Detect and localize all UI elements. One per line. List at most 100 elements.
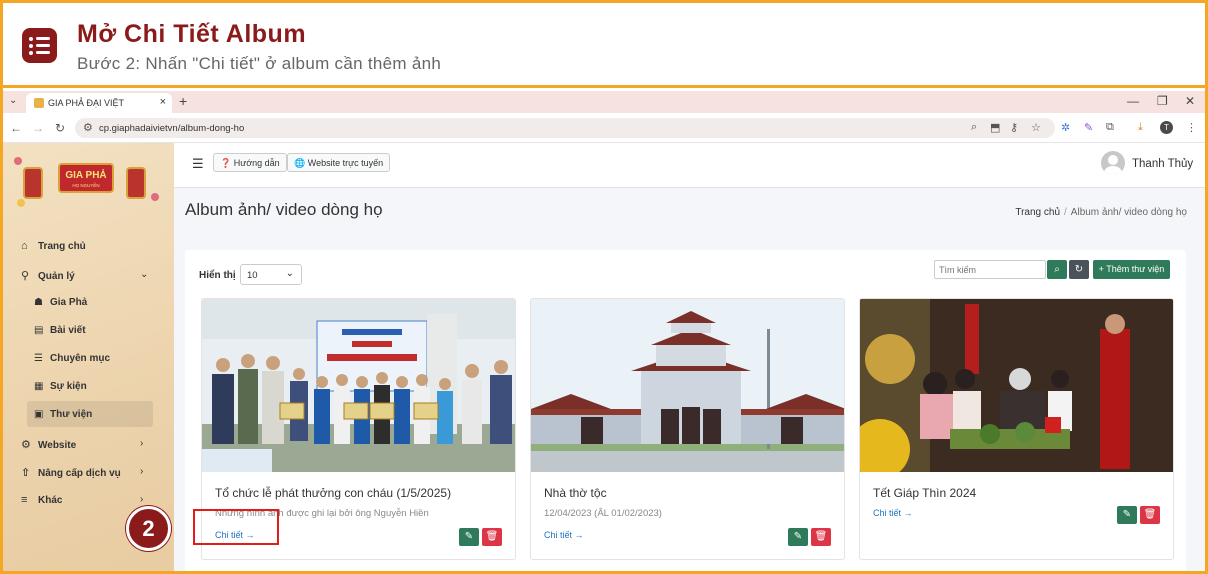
album-detail-link[interactable]: Chi tiết → [873,508,913,518]
tutorial-frame: Mở Chi Tiết Album Bước 2: Nhấn "Chi tiết… [3,3,1205,571]
question-icon: ❓ [220,158,232,168]
website-online-button[interactable]: 🌐 Website trực tuyến [287,153,391,172]
new-tab-icon[interactable]: + [179,93,187,109]
browser-tab[interactable]: GIA PHẢ ĐẠI VIỆT × [26,93,172,113]
edit-button[interactable]: ✎ [459,528,479,546]
calendar-icon: ▦ [34,381,44,392]
maximize-icon[interactable]: ❐ [1157,94,1168,108]
browser-addressbar: ← → ↻ ⚙ cp.giaphadaivietvn/album-dong-ho… [3,113,1205,143]
pen-extension-icon[interactable]: ✎ [1084,121,1093,134]
bars-icon: ≡ [21,494,28,506]
gear-icon: ⚙ [21,439,31,451]
refresh-icon: ↻ [1074,264,1084,275]
logo-subtext: HỌ NGUYỄN [72,183,100,188]
album-cover-image[interactable] [860,299,1173,472]
sidebar-subitem-posts[interactable]: ▤ Bài viết [34,325,86,336]
step-number-badge: 2 [126,506,171,551]
sidebar-subitem-family-tree[interactable]: ☗ Gia Phả [34,297,87,308]
zoom-icon[interactable]: ⌕ [971,121,977,134]
sidebar-subitem-events[interactable]: ▦ Sự kiện [34,381,87,392]
album-title: Nhà thờ tộc [544,486,607,500]
tab-title: GIA PHẢ ĐẠI VIỆT [48,98,125,108]
chevron-right-icon[interactable]: › [140,466,143,477]
chevron-right-icon[interactable]: › [140,494,143,505]
sidebar-subitem-categories[interactable]: ☰ Chuyên mục [34,353,110,364]
chevron-right-icon[interactable]: › [140,438,143,449]
plus-icon: + [1098,264,1104,274]
extension-icon[interactable]: ✲ [1061,121,1070,134]
breadcrumb-current: Album ảnh/ video dòng họ [1070,207,1187,218]
sidebar-item-manage[interactable]: ⚲ Quản lý [21,269,75,282]
profile-avatar[interactable]: T [1160,121,1173,134]
sidebar-subitem-library[interactable]: ▣ Thư viện [34,409,92,420]
user-name[interactable]: Thanh Thủy [1132,158,1193,170]
album-card: Tết Giáp Thìn 2024 Chi tiết → ✎ 🗑 [859,298,1174,560]
logo-text: GIA PHẢ [65,170,107,181]
puzzle-icon[interactable]: ⧉ [1106,121,1114,134]
logo-board: GIA PHẢ HỌ NGUYỄN [58,163,114,193]
delete-button[interactable]: 🗑 [811,528,831,546]
album-detail-link[interactable]: Chi tiết → [544,530,584,540]
app-topbar: ☰ ❓ Hướng dẫn 🌐 Website trực tuyến Thanh… [174,143,1205,188]
edit-button[interactable]: ✎ [1117,506,1137,524]
edit-icon: ✎ [1122,509,1132,520]
browser-menu-icon[interactable]: ⋮ [1186,121,1197,134]
trash-icon: 🗑 [485,531,499,542]
add-library-button[interactable]: + Thêm thư viện [1093,260,1170,279]
album-cover-image[interactable] [202,299,515,472]
drum-right-icon [126,167,146,199]
sidebar-item-other[interactable]: ≡ Khác [21,494,62,506]
key-icon[interactable]: ⚷ [1010,121,1018,134]
download-icon[interactable]: ⤓ [1138,121,1143,134]
site-logo[interactable]: GIA PHẢ HỌ NGUYỄN [11,153,161,215]
drum-left-icon [23,167,43,199]
user-avatar[interactable] [1101,151,1125,175]
reload-icon[interactable]: ↻ [55,121,65,135]
breadcrumb-home[interactable]: Trang chủ [1015,207,1060,218]
search-input[interactable] [934,260,1046,279]
highlight-box [193,509,279,545]
trash-icon: 🗑 [814,531,828,542]
url-field[interactable]: ⚙ cp.giaphadaivietvn/album-dong-ho ⌕ ⬒ ⚷… [75,118,1055,138]
edit-button[interactable]: ✎ [788,528,808,546]
sidebar-item-website[interactable]: ⚙ Website [21,438,76,451]
sidebar-item-home[interactable]: ⌂ Trang chủ [21,240,86,252]
edit-icon: ✎ [793,531,803,542]
browser-tabbar: ⌄ GIA PHẢ ĐẠI VIỆT × + — ❐ ✕ [3,91,1205,113]
tab-list-chevron-icon[interactable]: ⌄ [9,95,17,106]
banner-subtitle: Bước 2: Nhấn "Chi tiết" ở album cần thêm… [77,54,442,73]
trash-icon: 🗑 [1143,509,1157,520]
page-size-select[interactable]: 10 ⌄ [240,264,302,285]
site-info-icon[interactable]: ⚙ [83,121,93,134]
guide-button[interactable]: ❓ Hướng dẫn [213,153,287,172]
album-cover-image[interactable] [531,299,844,472]
minimize-icon[interactable]: — [1127,94,1139,108]
sitemap-icon: ⚲ [21,270,30,282]
search-button[interactable]: ⌕ [1047,260,1067,279]
show-label: Hiển thị [199,270,236,281]
back-icon[interactable]: ← [10,121,22,135]
delete-button[interactable]: 🗑 [482,528,502,546]
app-area: GIA PHẢ HỌ NGUYỄN ⌂ Trang chủ ⚲ Quản lý ⌄ … [3,143,1205,571]
hamburger-menu-icon[interactable]: ☰ [192,156,204,172]
album-title: Tết Giáp Thìn 2024 [873,486,977,500]
home-icon: ⌂ [21,240,28,252]
banner-title: Mở Chi Tiết Album [77,20,307,48]
bookmark-star-icon[interactable]: ☆ [1031,121,1041,134]
refresh-button[interactable]: ↻ [1069,260,1089,279]
favicon-icon [34,98,44,108]
search-icon: ⌕ [1054,264,1060,275]
list-icon: ☰ [34,353,43,364]
upgrade-icon: ⇧ [21,467,31,479]
delete-button[interactable]: 🗑 [1140,506,1160,524]
close-tab-icon[interactable]: × [160,96,166,108]
sidebar-item-upgrade[interactable]: ⇧ Nâng cấp dịch vụ [21,466,121,479]
album-list-card: Hiển thị 10 ⌄ ⌕ ↻ + Thêm thư viện [185,250,1186,571]
chevron-down-icon[interactable]: ⌄ [140,269,148,280]
close-window-icon[interactable]: ✕ [1185,94,1195,108]
globe-icon: 🌐 [294,158,306,168]
edit-icon: ✎ [464,531,474,542]
chevron-down-icon: ⌄ [285,268,294,279]
forward-icon[interactable]: → [32,121,44,135]
install-icon[interactable]: ⬒ [990,121,1000,134]
